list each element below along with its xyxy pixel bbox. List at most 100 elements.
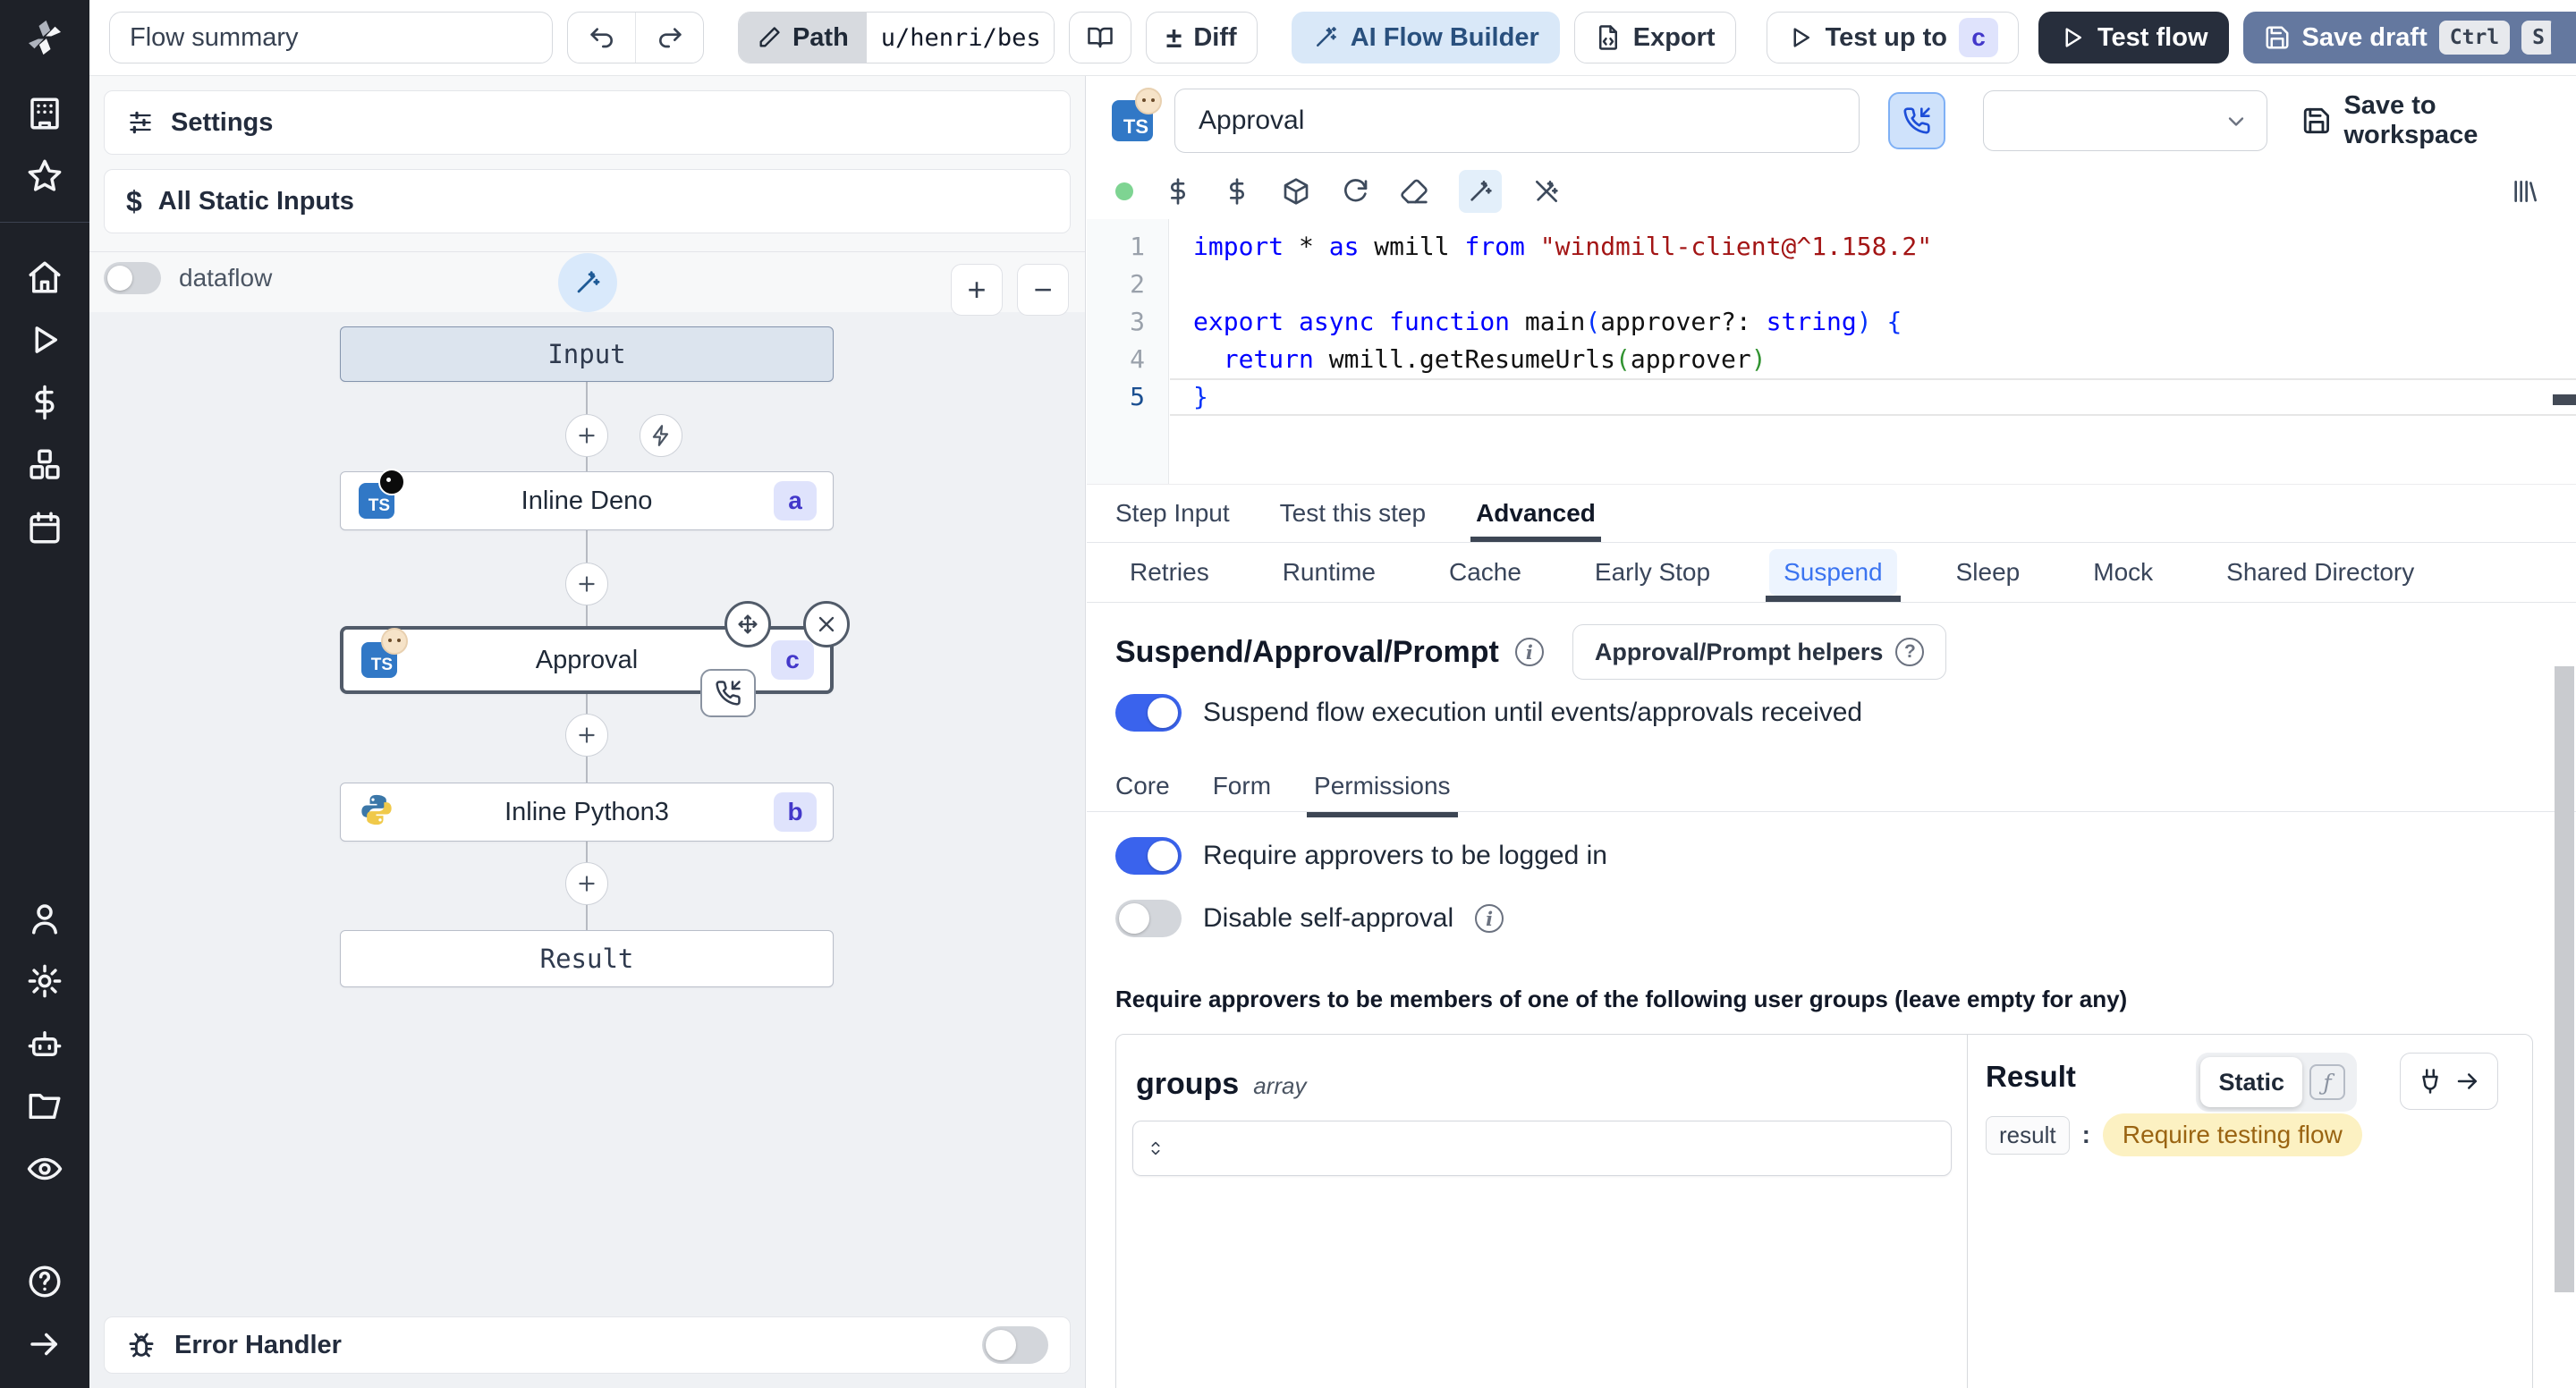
diff-button[interactable]: ± Diff: [1145, 12, 1258, 63]
zoom-out-button[interactable]: −: [1017, 264, 1069, 316]
code-line[interactable]: import * as wmill from "windmill-client@…: [1170, 228, 2576, 266]
subtab-early-stop[interactable]: Early Stop: [1580, 543, 1724, 602]
variable-picker-icon[interactable]: [1164, 177, 1192, 206]
flow-node-input[interactable]: Input: [340, 326, 834, 382]
folders-icon[interactable]: [0, 1075, 89, 1138]
package-icon[interactable]: [1282, 177, 1310, 206]
ai-flow-builder-button[interactable]: AI Flow Builder: [1291, 12, 1560, 63]
export-button[interactable]: Export: [1573, 12, 1736, 63]
all-static-inputs-bar[interactable]: $ All Static Inputs: [104, 169, 1071, 233]
wand-off-icon[interactable]: [1532, 177, 1561, 206]
typescript-approval-icon: TS: [1112, 88, 1162, 141]
disable-self-approval-toggle[interactable]: [1115, 900, 1182, 937]
flow-node-deno[interactable]: TS Inline Deno a: [340, 469, 834, 530]
runs-icon[interactable]: [0, 309, 89, 371]
add-step-button-3[interactable]: [565, 714, 608, 757]
deploy-button-partial[interactable]: [2551, 12, 2576, 63]
script-version-select[interactable]: [1982, 90, 2267, 151]
undo-button[interactable]: [568, 13, 636, 63]
variables-icon[interactable]: [0, 371, 89, 434]
step-title-input[interactable]: [1174, 89, 1860, 153]
users-icon[interactable]: [0, 887, 89, 950]
schedules-icon[interactable]: [0, 496, 89, 559]
subtab-suspend[interactable]: Suspend: [1766, 543, 1901, 602]
audit-eye-icon[interactable]: [0, 1138, 89, 1200]
save-to-workspace-button[interactable]: Save to workspace: [2301, 91, 2576, 150]
library-icon[interactable]: [2510, 177, 2538, 206]
windmill-logo-icon[interactable]: [20, 13, 70, 63]
move-step-button[interactable]: [724, 601, 771, 647]
tab-advanced[interactable]: Advanced: [1470, 485, 1601, 542]
docs-book-button[interactable]: [1068, 12, 1131, 63]
subtab-cache[interactable]: Cache: [1435, 543, 1536, 602]
subtab-shared-directory[interactable]: Shared Directory: [2212, 543, 2428, 602]
settings-gear-icon[interactable]: [0, 950, 89, 1012]
suspend-inner-tabs: Core Form Permissions: [1115, 760, 2576, 817]
subtab-mock[interactable]: Mock: [2079, 543, 2167, 602]
suspend-toggle[interactable]: [1115, 694, 1182, 732]
add-step-button-1[interactable]: [565, 414, 608, 457]
code-editor[interactable]: 12345 import * as wmill from "windmill-c…: [1087, 219, 2576, 484]
favorites-star-icon[interactable]: [0, 145, 89, 207]
step-id-badge: a: [774, 481, 817, 520]
test-flow-button[interactable]: Test flow: [2038, 12, 2229, 63]
workers-robot-icon[interactable]: [0, 1012, 89, 1075]
result-key-chip[interactable]: result: [1986, 1115, 2070, 1155]
reload-icon[interactable]: [1341, 177, 1369, 206]
flow-settings-bar[interactable]: Settings: [104, 90, 1071, 155]
ai-wand-button[interactable]: [558, 253, 617, 312]
help-icon[interactable]: [0, 1250, 89, 1313]
panel-scrollbar[interactable]: [2555, 666, 2574, 1292]
dataflow-label: dataflow: [179, 264, 273, 292]
save-draft-button[interactable]: Save draft Ctrl S: [2242, 12, 2576, 63]
itab-core[interactable]: Core: [1115, 760, 1170, 812]
subtab-retries[interactable]: Retries: [1115, 543, 1224, 602]
zoom-in-button[interactable]: +: [951, 264, 1003, 316]
ai-assistant-active[interactable]: [1459, 170, 1502, 213]
code-line[interactable]: [1170, 266, 2576, 303]
topbar: Path u/henri/bes ±Diff AI Flow Builder E…: [89, 0, 2576, 76]
require-login-toggle[interactable]: [1115, 837, 1182, 875]
groups-array-input[interactable]: [1132, 1121, 1952, 1176]
workspace-icon[interactable]: [0, 82, 89, 145]
path-button[interactable]: Path u/henri/bes: [737, 12, 1055, 63]
subtab-runtime[interactable]: Runtime: [1268, 543, 1390, 602]
redo-button[interactable]: [635, 13, 703, 63]
code-lines[interactable]: import * as wmill from "windmill-client@…: [1170, 219, 2576, 484]
add-step-button-4[interactable]: [565, 862, 608, 905]
subtab-sleep[interactable]: Sleep: [1942, 543, 2035, 602]
info-icon[interactable]: i: [1514, 638, 1544, 666]
tab-test-this-step[interactable]: Test this step: [1280, 485, 1426, 542]
suspend-settings: Suspend/Approval/Prompt i Approval/Promp…: [1087, 603, 2576, 1388]
resource-picker-icon[interactable]: [1223, 177, 1251, 206]
code-line[interactable]: }: [1170, 378, 2576, 416]
flow-node-result[interactable]: Result: [340, 930, 834, 987]
flow-summary-input[interactable]: [109, 12, 553, 63]
test-up-to-button[interactable]: Test up to c: [1766, 12, 2019, 63]
code-line[interactable]: export async function main(approver?: st…: [1170, 303, 2576, 341]
advanced-subtabs: Retries Runtime Cache Early Stop Suspend…: [1087, 543, 2576, 603]
expand-arrow-icon[interactable]: [0, 1313, 89, 1375]
suspend-phone-button[interactable]: [1887, 92, 1945, 149]
tab-step-input[interactable]: Step Input: [1115, 485, 1230, 542]
error-handler-toggle[interactable]: [982, 1326, 1048, 1364]
wand-icon: [1316, 27, 1336, 47]
flow-node-python[interactable]: Inline Python3 b: [340, 783, 834, 842]
resources-icon[interactable]: [0, 434, 89, 496]
test-up-to-step-badge: c: [1958, 18, 1998, 57]
home-icon[interactable]: [0, 246, 89, 309]
itab-permissions[interactable]: Permissions: [1307, 760, 1459, 817]
delete-step-button[interactable]: [803, 601, 850, 647]
add-step-button-2[interactable]: [565, 563, 608, 605]
rail-divider: [0, 222, 89, 223]
itab-form[interactable]: Form: [1213, 760, 1271, 812]
step-editor-panel: TS Save to workspace: [1087, 76, 2576, 1388]
result-value-badge: Require testing flow: [2102, 1113, 2362, 1156]
approval-prompt-helpers-button[interactable]: Approval/Prompt helpers ?: [1572, 624, 1947, 680]
add-trigger-zap-button[interactable]: [640, 414, 682, 457]
code-line[interactable]: return wmill.getResumeUrls(approver): [1170, 341, 2576, 378]
suspend-phone-badge[interactable]: [700, 669, 756, 717]
info-icon[interactable]: i: [1475, 904, 1504, 933]
format-eraser-icon[interactable]: [1400, 177, 1428, 206]
dataflow-toggle[interactable]: [104, 262, 161, 294]
